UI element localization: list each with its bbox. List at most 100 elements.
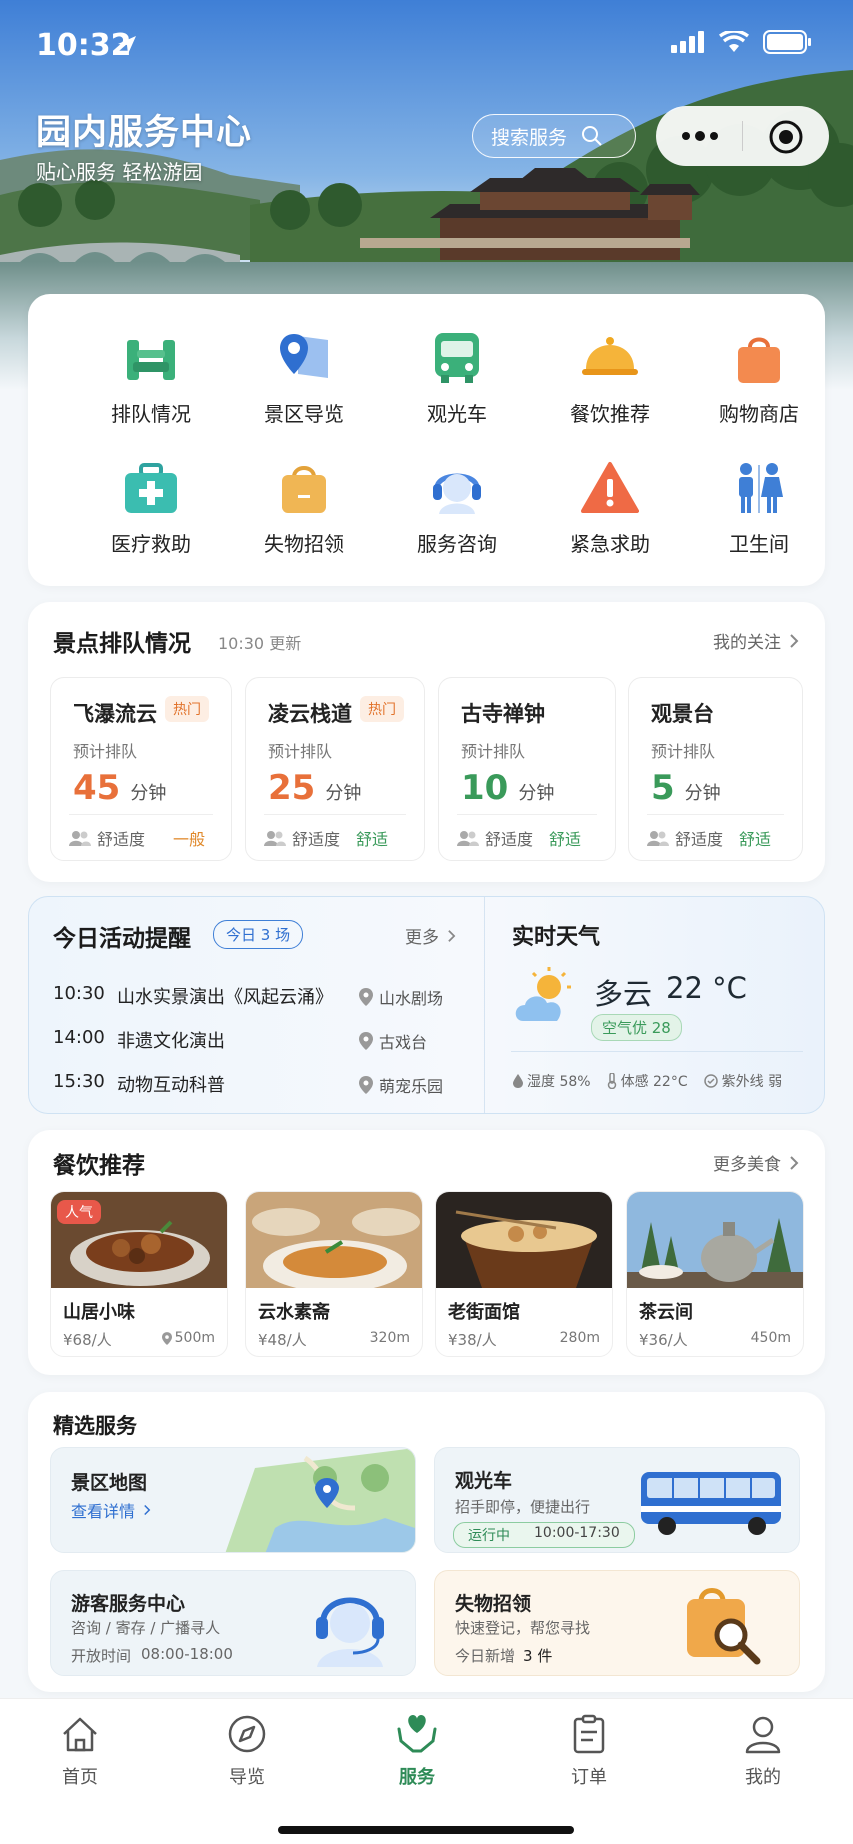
tab-home[interactable]: 首页 (20, 1711, 140, 1789)
grid-item-restroom[interactable]: 卫生间 (684, 458, 834, 557)
humidity-drop-icon (513, 1074, 523, 1088)
queue-card-feipu[interactable]: 飞瀑流云 热门 预计排队 45 分钟 舒适度 一般 (50, 677, 232, 861)
cellular-signal-icon (671, 31, 704, 53)
miniprogram-capsule (656, 106, 829, 166)
food-card[interactable]: 人气 山居小味 ¥68/人 500m (50, 1191, 228, 1357)
weather-humidity: 湿度 58% (527, 1074, 591, 1090)
search-label: 搜索服务 (491, 126, 568, 149)
food-card[interactable]: 老街面馆 ¥38/人 280m (435, 1191, 613, 1357)
grid-item-emergency[interactable]: 紧急求助 (535, 458, 685, 557)
grid-item-bus[interactable]: 观光车 (382, 328, 532, 427)
restaurant-price: ¥68/人 (63, 1331, 112, 1349)
status-bar: 10:32 (0, 0, 853, 92)
comfort-value: 舒适 (549, 830, 582, 849)
food-cloche-icon (582, 337, 638, 375)
food-photo (436, 1192, 612, 1288)
queue-card-gusi[interactable]: 古寺禅钟 预计排队 10 分钟 舒适度 舒适 (438, 677, 616, 861)
bus-icon (435, 333, 479, 383)
my-follow-label: 我的关注 (713, 633, 781, 653)
grid-item-queue[interactable]: 排队情况 (76, 328, 226, 427)
search-button[interactable]: 搜索服务 (472, 114, 636, 158)
activity-row[interactable]: 10:30 山水实景演出《风起云涌》 (53, 983, 333, 1009)
user-icon (745, 1716, 781, 1754)
heart-hands-icon (397, 1715, 437, 1753)
location-arrow-icon (118, 36, 136, 54)
grid-item-medical[interactable]: 医疗救助 (76, 458, 226, 557)
clipboard-icon (573, 1714, 605, 1754)
activity-place: 山水剧场 (379, 989, 444, 1008)
shopping-bag-icon (738, 337, 780, 383)
restaurant-distance: 500m (174, 1330, 215, 1346)
map-details-link[interactable]: 查看详情 (71, 1498, 151, 1522)
home-indicator (278, 1826, 574, 1834)
grid-item-lost[interactable]: 失物招领 (229, 458, 379, 557)
spot-name: 凌云栈道 (268, 702, 352, 726)
headset-agent-icon (433, 473, 481, 514)
grid-item-food[interactable]: 餐饮推荐 (535, 328, 685, 427)
weather-uv: 紫外线 弱 (721, 1074, 783, 1090)
lost-bag-search-icon (687, 1588, 761, 1665)
spot-name: 古寺禅钟 (461, 702, 545, 726)
people-icon (457, 831, 479, 846)
tab-guide[interactable]: 导览 (187, 1711, 307, 1789)
wait-unit: 分钟 (325, 783, 362, 804)
tab-service-active[interactable]: 服务 (357, 1711, 477, 1789)
comfort-value: 舒适 (356, 830, 389, 849)
wifi-icon (719, 31, 749, 52)
comfort-label: 舒适度 (485, 830, 534, 849)
grid-item-consult[interactable]: 服务咨询 (382, 458, 532, 557)
grid-item-shop[interactable]: 购物商店 (684, 328, 834, 427)
queue-turnstile-icon (127, 340, 175, 380)
activity-row[interactable]: 14:00 非遗文化演出 (53, 1027, 225, 1053)
people-icon (264, 831, 286, 846)
aqi-badge: 空气优 28 (591, 1014, 682, 1041)
service-lost-card[interactable]: 失物招领 快速登记，帮您寻找 今日新增 3 件 (434, 1570, 800, 1676)
more-food-link[interactable]: 更多美食 (713, 1150, 799, 1175)
map-illustration (225, 1448, 415, 1552)
restaurant-price: ¥48/人 (258, 1331, 307, 1349)
queue-card-lingyun[interactable]: 凌云栈道 热门 预计排队 25 分钟 舒适度 舒适 (245, 677, 425, 861)
activity-place: 古戏台 (379, 1033, 428, 1052)
weather-title: 实时天气 (512, 925, 601, 950)
lost-card-title: 失物招领 (455, 1593, 532, 1615)
activity-place: 萌宠乐园 (379, 1077, 444, 1096)
queue-title: 景点排队情况 (53, 631, 191, 657)
location-pin-icon (359, 1076, 373, 1094)
popular-badge: 人气 (57, 1200, 101, 1224)
partly-cloudy-icon (515, 967, 571, 1021)
activity-weather-card: 今日活动提醒 今日 3 场 更多 10:30 山水实景演出《风起云涌》 山水剧场 … (28, 896, 825, 1114)
tab-orders[interactable]: 订单 (529, 1711, 649, 1789)
map-pin-icon (280, 334, 328, 378)
grid-item-label: 医疗救助 (111, 532, 191, 556)
restaurant-name: 老街面馆 (448, 1302, 520, 1323)
first-aid-kit-icon (125, 463, 177, 513)
grid-item-label: 景区导览 (264, 402, 344, 426)
activity-more-link[interactable]: 更多 (405, 923, 456, 948)
service-center-card[interactable]: 游客服务中心 咨询 / 寄存 / 广播寻人 开放时间 08:00-18:00 (50, 1570, 416, 1676)
close-target-icon[interactable] (768, 119, 804, 155)
activity-name: 山水实景演出《风起云涌》 (117, 987, 333, 1008)
service-map-card[interactable]: 景区地图 查看详情 (50, 1447, 416, 1553)
grid-item-label: 服务咨询 (417, 532, 497, 556)
activity-more-label: 更多 (405, 928, 439, 948)
activity-row[interactable]: 15:30 动物互动科普 (53, 1071, 225, 1097)
food-card[interactable]: 云水素斋 ¥48/人 320m (245, 1191, 423, 1357)
food-card[interactable]: 茶云间 ¥36/人 450m (626, 1191, 804, 1357)
my-follow-link[interactable]: 我的关注 (713, 628, 799, 653)
spot-name: 观景台 (651, 702, 714, 726)
battery-icon (763, 30, 811, 54)
page-subtitle: 贴心服务 轻松游园 (36, 160, 203, 184)
warning-triangle-icon (581, 462, 639, 513)
more-food-label: 更多美食 (713, 1155, 781, 1175)
activity-title: 今日活动提醒 (53, 926, 191, 952)
grid-item-guide[interactable]: 景区导览 (229, 328, 379, 427)
more-dots-icon[interactable] (680, 127, 720, 145)
comfort-value: 一般 (173, 830, 206, 849)
queue-card-guanjingtai[interactable]: 观景台 预计排队 5 分钟 舒适度 舒适 (628, 677, 803, 861)
grid-item-label: 观光车 (427, 402, 487, 426)
comfort-label: 舒适度 (675, 830, 724, 849)
queue-updated: 10:30 更新 (218, 634, 302, 653)
tab-profile[interactable]: 我的 (703, 1711, 823, 1789)
service-bus-card[interactable]: 观光车 招手即停，便捷出行 运行中 10:00-17:30 (434, 1447, 800, 1553)
wait-unit: 分钟 (684, 783, 721, 804)
